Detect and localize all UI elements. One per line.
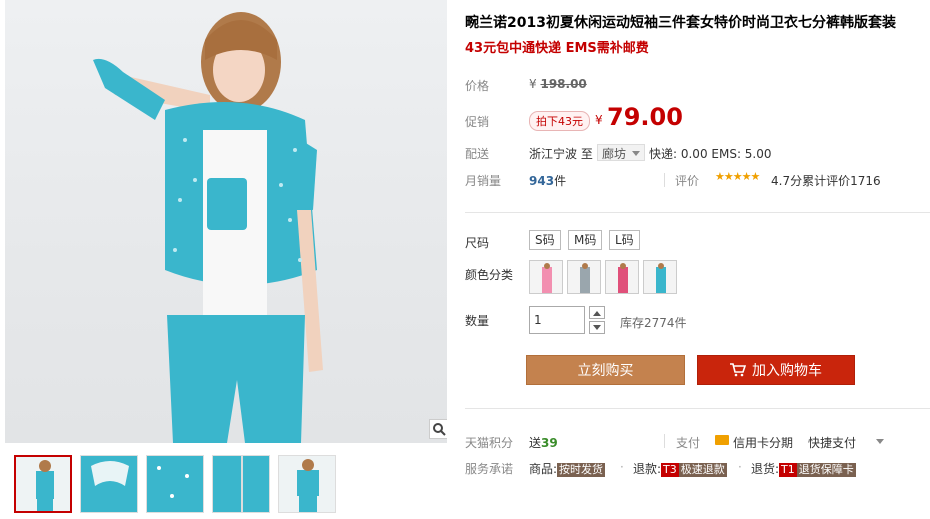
color-option-rose[interactable]: [605, 260, 639, 294]
thumbnail-strip: [5, 447, 447, 519]
divider: [465, 212, 930, 213]
color-label: 颜色分类: [465, 268, 514, 282]
model-illustration: [93, 12, 323, 443]
service-goods-prefix: 商品:: [529, 462, 558, 476]
fast-pay[interactable]: 快捷支付: [808, 434, 856, 451]
service-refund-prefix: 退款:: [633, 462, 662, 476]
monthly-sales-count: 943: [529, 174, 555, 188]
ship-origin: 浙江宁波: [529, 147, 578, 161]
service-refund: 退款: T3 极速退款: [633, 460, 727, 477]
thumbnail-4[interactable]: [212, 455, 270, 513]
shipping-fees: 快递: 0.00 EMS: 5.00: [649, 147, 772, 161]
quantity-label: 数量: [465, 314, 490, 328]
shipping-label: 配送: [465, 147, 490, 161]
add-to-cart-label: 加入购物车: [752, 363, 822, 379]
service-return-tag[interactable]: 退货保障卡: [796, 463, 856, 477]
points-label: 天猫积分: [465, 436, 514, 450]
stock-count: 库存2774件: [620, 316, 687, 330]
credit-card-installment[interactable]: 信用卡分期: [733, 434, 793, 451]
original-price: ¥ 198.00: [529, 77, 587, 91]
ship-destination-value: 廊坊: [602, 147, 627, 161]
color-option-pink[interactable]: [529, 260, 563, 294]
product-subtitle: 43元包中通快递 EMS需补邮费: [465, 41, 649, 56]
service-refund-tag[interactable]: 极速退款: [678, 463, 727, 477]
ship-to-word: 至: [580, 147, 593, 161]
divider: [664, 434, 665, 448]
monthly-sales-unit: 件: [554, 174, 567, 188]
zoom-icon[interactable]: [429, 419, 447, 439]
size-label: 尺码: [465, 236, 490, 250]
quantity-increase-button[interactable]: [589, 306, 605, 319]
divider: [664, 173, 665, 187]
add-to-cart-button[interactable]: 加入购物车: [697, 355, 855, 385]
separator-dot: ·: [620, 460, 624, 474]
currency-symbol: ¥: [529, 77, 537, 91]
color-option-gray[interactable]: [567, 260, 601, 294]
service-return-code: T1: [779, 463, 797, 477]
cart-icon: [730, 363, 746, 377]
promo-price: 79.00: [607, 103, 683, 131]
service-goods: 商品: 按时发货: [529, 460, 606, 477]
chevron-down-icon[interactable]: [876, 439, 884, 444]
rating-stars-icon: ★★★★★: [715, 170, 760, 183]
monthly-sales: 943件: [529, 172, 566, 189]
chevron-down-icon: [632, 151, 641, 156]
thumbnail-5[interactable]: [278, 455, 336, 513]
divider: [465, 408, 930, 409]
thumbnail-3[interactable]: [146, 455, 204, 513]
service-return-prefix: 退货:: [751, 462, 780, 476]
size-option-m[interactable]: M码: [568, 230, 603, 250]
payment-label: 支付: [676, 436, 701, 450]
thumbnail-2[interactable]: [80, 455, 138, 513]
service-return: 退货: T1 退货保障卡: [751, 460, 856, 477]
service-refund-code: T3: [661, 463, 679, 477]
separator-dot: ·: [738, 460, 742, 474]
points-value: 送39: [529, 434, 558, 451]
quantity-input[interactable]: 1: [529, 306, 585, 334]
buy-now-button[interactable]: 立刻购买: [526, 355, 685, 385]
ship-from: 浙江宁波 至: [529, 145, 593, 162]
rating-summary[interactable]: 4.7分累计评价1716: [771, 172, 881, 189]
rating-label: 评价: [675, 174, 700, 188]
promo-label: 促销: [465, 115, 490, 129]
product-title: 畹兰诺2013初夏休闲运动短袖三件套女特价时尚卫衣七分裤韩版套装: [465, 15, 896, 31]
points-number: 39: [541, 436, 558, 450]
promo-tag: 拍下43元: [529, 111, 590, 131]
size-option-s[interactable]: S码: [529, 230, 561, 250]
price-label: 价格: [465, 79, 490, 93]
points-prefix: 送: [529, 436, 542, 450]
promo-currency: ¥: [595, 113, 603, 127]
buy-now-label: 立刻购买: [577, 363, 634, 379]
original-price-value: 198.00: [540, 77, 587, 91]
size-option-l[interactable]: L码: [609, 230, 640, 250]
quantity-decrease-button[interactable]: [589, 321, 605, 334]
credit-card-icon: [715, 435, 729, 445]
service-promise-label: 服务承诺: [465, 462, 514, 476]
thumbnail-1[interactable]: [14, 455, 72, 513]
monthly-sales-label: 月销量: [465, 174, 502, 188]
chevron-down-icon: [593, 324, 601, 330]
ship-destination-select[interactable]: 廊坊: [597, 144, 646, 161]
chevron-up-icon: [593, 310, 601, 316]
main-product-image[interactable]: [5, 0, 447, 443]
color-option-teal[interactable]: [643, 260, 677, 294]
service-goods-tag[interactable]: 按时发货: [557, 463, 606, 477]
